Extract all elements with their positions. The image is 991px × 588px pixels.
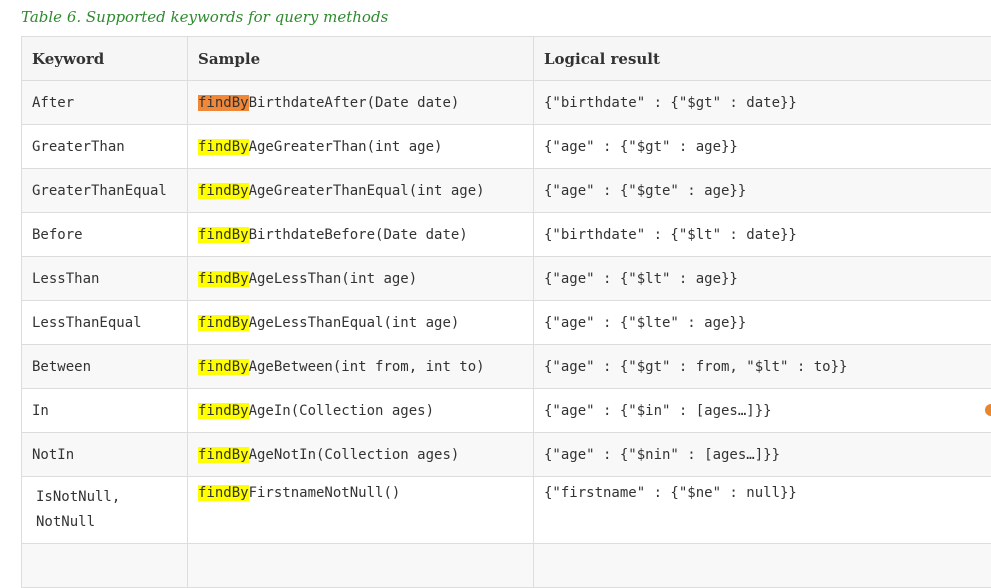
search-highlight: findBy xyxy=(198,359,249,375)
sample-cell: findByFirstnameNotNull() xyxy=(188,477,534,544)
header-keyword: Keyword xyxy=(22,37,188,81)
header-logical-result: Logical result xyxy=(534,37,991,81)
sample-cell: findByBirthdateAfter(Date date) xyxy=(188,81,534,125)
result-cell: {"firstname" : {"$ne" : null}} xyxy=(534,477,991,544)
keyword-cell: In xyxy=(22,389,188,433)
keyword-cell: NotIn xyxy=(22,433,188,477)
result-cell xyxy=(534,544,991,588)
keyword-cell: Before xyxy=(22,213,188,257)
sample-cell: findByBirthdateBefore(Date date) xyxy=(188,213,534,257)
result-cell: {"age" : {"$lte" : age}} xyxy=(534,301,991,345)
sample-cell xyxy=(188,544,534,588)
table-row: NotIn findByAgeNotIn(Collection ages) {"… xyxy=(22,433,991,477)
search-highlight: findBy xyxy=(198,227,249,243)
sample-cell: findByAgeGreaterThanEqual(int age) xyxy=(188,169,534,213)
sample-text: AgeNotIn(Collection ages) xyxy=(249,447,460,463)
result-cell: {"age" : {"$gt" : from, "$lt" : to}} xyxy=(534,345,991,389)
search-highlight: findBy xyxy=(198,315,249,331)
table-row: Between findByAgeBetween(int from, int t… xyxy=(22,345,991,389)
header-sample: Sample xyxy=(188,37,534,81)
sample-cell: findByAgeBetween(int from, int to) xyxy=(188,345,534,389)
search-highlight-active: findBy xyxy=(198,95,249,111)
keyword-cell: After xyxy=(22,81,188,125)
search-highlight: findBy xyxy=(198,139,249,155)
sample-text: AgeLessThanEqual(int age) xyxy=(249,315,460,331)
table-row: Before findByBirthdateBefore(Date date) … xyxy=(22,213,991,257)
table-row: IsNotNull, NotNull findByFirstnameNotNul… xyxy=(22,477,991,544)
search-highlight: findBy xyxy=(198,271,249,287)
table-caption: Table 6. Supported keywords for query me… xyxy=(21,8,388,26)
sample-text: AgeIn(Collection ages) xyxy=(249,403,434,419)
result-cell: {"birthdate" : {"$lt" : date}} xyxy=(534,213,991,257)
result-cell: {"age" : {"$in" : [ages…]}} xyxy=(534,389,991,433)
table-row: After findByBirthdateAfter(Date date) {"… xyxy=(22,81,991,125)
keyword-cell: GreaterThan xyxy=(22,125,188,169)
sample-cell: findByAgeNotIn(Collection ages) xyxy=(188,433,534,477)
sample-cell: findByAgeGreaterThan(int age) xyxy=(188,125,534,169)
table-row: LessThanEqual findByAgeLessThanEqual(int… xyxy=(22,301,991,345)
keyword-cell: GreaterThanEqual xyxy=(22,169,188,213)
sample-cell: findByAgeLessThanEqual(int age) xyxy=(188,301,534,345)
keyword-cell: IsNotNull, NotNull xyxy=(22,477,188,544)
table-row: In findByAgeIn(Collection ages) {"age" :… xyxy=(22,389,991,433)
table-row: GreaterThan findByAgeGreaterThan(int age… xyxy=(22,125,991,169)
keyword-cell xyxy=(22,544,188,588)
keyword-cell: Between xyxy=(22,345,188,389)
sample-text: BirthdateBefore(Date date) xyxy=(249,227,468,243)
sample-text: AgeGreaterThan(int age) xyxy=(249,139,443,155)
result-cell: {"birthdate" : {"$gt" : date}} xyxy=(534,81,991,125)
sample-cell: findByAgeIn(Collection ages) xyxy=(188,389,534,433)
scroll-marker xyxy=(985,404,991,416)
search-highlight: findBy xyxy=(198,485,249,501)
table-row xyxy=(22,544,991,588)
sample-cell: findByAgeLessThan(int age) xyxy=(188,257,534,301)
sample-text: BirthdateAfter(Date date) xyxy=(249,95,460,111)
result-cell: {"age" : {"$nin" : [ages…]}} xyxy=(534,433,991,477)
sample-text: AgeLessThan(int age) xyxy=(249,271,418,287)
sample-text: AgeBetween(int from, int to) xyxy=(249,359,485,375)
sample-text: AgeGreaterThanEqual(int age) xyxy=(249,183,485,199)
table-header-row: Keyword Sample Logical result xyxy=(22,37,991,81)
result-cell: {"age" : {"$gt" : age}} xyxy=(534,125,991,169)
search-highlight: findBy xyxy=(198,183,249,199)
keyword-cell: LessThanEqual xyxy=(22,301,188,345)
keywords-table: Keyword Sample Logical result After find… xyxy=(21,36,991,588)
table-row: GreaterThanEqual findByAgeGreaterThanEqu… xyxy=(22,169,991,213)
sample-text: FirstnameNotNull() xyxy=(249,485,401,501)
result-cell: {"age" : {"$lt" : age}} xyxy=(534,257,991,301)
keyword-cell: LessThan xyxy=(22,257,188,301)
table-row: LessThan findByAgeLessThan(int age) {"ag… xyxy=(22,257,991,301)
search-highlight: findBy xyxy=(198,403,249,419)
search-highlight: findBy xyxy=(198,447,249,463)
result-cell: {"age" : {"$gte" : age}} xyxy=(534,169,991,213)
